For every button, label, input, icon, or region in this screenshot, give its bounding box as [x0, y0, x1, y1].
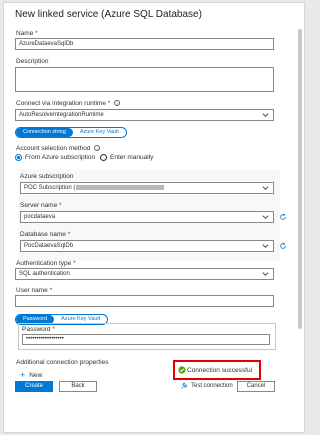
new-property-button[interactable]: + New: [20, 370, 42, 380]
password-label: Password *: [22, 326, 55, 333]
back-button[interactable]: Back: [59, 381, 97, 392]
info-icon[interactable]: i: [114, 100, 121, 106]
radio-enter-manually[interactable]: Enter manually: [100, 154, 153, 161]
info-icon[interactable]: i: [94, 145, 101, 151]
name-input[interactable]: AzureDataevaSqlDb: [15, 38, 274, 50]
chevron-down-icon: [262, 186, 269, 190]
scrollbar[interactable]: [298, 29, 302, 329]
chevron-down-icon: [262, 244, 269, 248]
account-selection-label: Account selection method i: [16, 145, 101, 152]
subscription-label: Azure subscription: [20, 173, 74, 180]
username-input[interactable]: [15, 295, 274, 307]
linked-service-panel: New linked service (Azure SQL Database) …: [3, 2, 305, 433]
connection-status-text: Connection successful: [187, 367, 253, 374]
azure-key-vault-tab[interactable]: Azure Key Vault: [73, 128, 126, 137]
name-label: Name *: [16, 30, 38, 37]
description-label: Description: [16, 58, 49, 65]
server-label: Server name *: [20, 202, 62, 209]
subscription-select[interactable]: POC Subscription (: [20, 182, 274, 194]
auth-source-toggle[interactable]: Connection string Azure Key Vault: [15, 127, 127, 138]
radio-selected-icon: [15, 154, 22, 161]
additional-props-label: Additional connection properties: [16, 359, 109, 366]
test-connection-button[interactable]: Test connection: [180, 382, 233, 390]
refresh-icon[interactable]: [279, 213, 287, 221]
runtime-select[interactable]: AutoResolveIntegrationRuntime: [15, 109, 274, 121]
chevron-down-icon: [262, 215, 269, 219]
description-input[interactable]: [15, 67, 274, 92]
refresh-icon[interactable]: [279, 242, 287, 250]
auth-type-select[interactable]: SQL authentication: [15, 268, 274, 280]
radio-unselected-icon: [100, 154, 107, 161]
connection-status-highlight: Connection successful: [173, 360, 261, 380]
chevron-down-icon: [262, 113, 269, 117]
plug-icon: [181, 382, 188, 389]
create-button[interactable]: Create: [15, 381, 53, 392]
panel-title: New linked service (Azure SQL Database): [15, 9, 202, 20]
password-input[interactable]: ••••••••••••••••••: [22, 334, 270, 345]
connection-string-tab[interactable]: Connection string: [16, 128, 73, 137]
radio-from-subscription[interactable]: From Azure subscription: [15, 154, 95, 161]
redacted-id: [76, 184, 165, 190]
runtime-label: Connect via integration runtime * i: [16, 100, 121, 107]
auth-type-label: Authentication type *: [16, 260, 76, 267]
server-select[interactable]: pocdataeva: [20, 211, 274, 223]
check-circle-icon: [178, 366, 186, 374]
database-label: Database name *: [20, 231, 71, 238]
chevron-down-icon: [262, 272, 269, 276]
database-select[interactable]: PocDataevaSqlDb: [20, 240, 274, 252]
plus-icon: +: [20, 370, 26, 380]
username-label: User name *: [16, 287, 53, 294]
cancel-button[interactable]: Cancel: [237, 381, 275, 392]
